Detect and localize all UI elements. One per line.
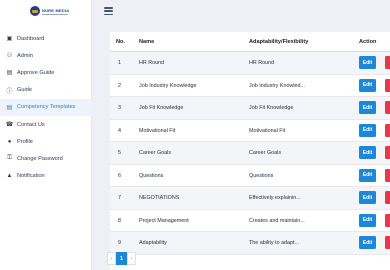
page-1-button[interactable]: 1 xyxy=(116,252,127,265)
clipboard-icon: ▤ xyxy=(6,70,13,77)
cell-no: 6 xyxy=(118,172,121,179)
table-row: 4 Motivational Fit Motivational Fit Edit xyxy=(110,120,390,142)
brand-logo[interactable]: NURE MEDIA xyxy=(30,6,70,22)
cell-no: 5 xyxy=(118,150,121,156)
logo-icon xyxy=(30,6,40,16)
delete-button[interactable] xyxy=(385,78,390,92)
edit-button[interactable]: Edit xyxy=(359,146,376,159)
col-header-no: No. xyxy=(116,39,126,45)
cell-name: Project Management xyxy=(139,217,189,224)
cell-name: Adaptability xyxy=(139,240,167,246)
user-group-icon: ⚇ xyxy=(6,53,13,60)
edit-button[interactable]: Edit xyxy=(359,101,376,114)
sidebar-nav: ▣ Dashboard ⚇ Admin ▤ Approve Guide ⓘ Guide ▤ Com… xyxy=(0,30,92,185)
sidebar-item-label: Admin xyxy=(17,52,33,59)
cell-adaptability: Job Fit Knowledge xyxy=(249,105,294,111)
delete-button[interactable] xyxy=(385,56,390,69)
sidebar-item-profile[interactable]: ● Profile xyxy=(0,133,92,150)
cell-no: 1 xyxy=(118,60,121,66)
cell-name: Career Goals xyxy=(139,150,172,156)
sidebar-item-contact-us[interactable]: ☎ Contact Us xyxy=(0,116,92,133)
sidebar-item-guide[interactable]: ⓘ Guide xyxy=(0,82,92,99)
dashboard-icon: ▣ xyxy=(6,36,13,43)
next-page-button[interactable]: › xyxy=(127,252,136,265)
info-icon: ⓘ xyxy=(6,88,13,95)
cell-adaptability: Questions xyxy=(249,172,274,179)
key-icon: ⚿ xyxy=(7,155,12,162)
cell-no: 3 xyxy=(118,105,121,111)
table-row: 8 Project Management Creates and maintain.… xyxy=(110,210,390,232)
table-row: 7 NEGOTIATIONS Effectively explainin... Edi… xyxy=(110,187,390,210)
sidebar-item-dashboard[interactable]: ▣ Dashboard xyxy=(0,30,92,47)
cell-adaptability: Career Goals xyxy=(249,150,282,156)
sidebar-item-approve-guide[interactable]: ▤ Approve Guide xyxy=(0,64,92,81)
sidebar-item-label: Notification xyxy=(17,173,45,180)
cell-adaptability: Job Industry Knowled... xyxy=(249,82,306,89)
edit-button[interactable]: Edit xyxy=(359,236,376,249)
document-icon: ▤ xyxy=(6,104,13,111)
edit-button[interactable]: Edit xyxy=(359,213,376,227)
sidebar-item-label: Approve Guide xyxy=(17,69,55,76)
person-icon: ● xyxy=(7,138,12,145)
cell-name: Motivational Fit xyxy=(139,127,176,134)
edit-button[interactable]: Edit xyxy=(359,191,376,204)
hamburger-menu-icon[interactable] xyxy=(104,7,113,16)
table-row: 5 Career Goals Career Goals Edit xyxy=(110,142,390,165)
sidebar-item-label: Contact Us xyxy=(17,121,45,128)
delete-button[interactable] xyxy=(385,236,390,249)
cell-no: 9 xyxy=(118,240,121,246)
sidebar-item-label: Competency Templates xyxy=(17,104,76,111)
cell-no: 8 xyxy=(118,217,121,224)
table-row: 6 Questions Questions Edit xyxy=(110,165,390,187)
bell-icon: ▲ xyxy=(6,173,13,180)
sidebar-item-label: Profile xyxy=(17,138,33,145)
edit-button[interactable]: Edit xyxy=(359,123,376,137)
delete-button[interactable] xyxy=(385,146,390,159)
phone-icon: ☎ xyxy=(5,122,14,129)
delete-button[interactable] xyxy=(385,101,390,114)
edit-button[interactable]: Edit xyxy=(359,78,376,92)
sidebar-item-label: Dashboard xyxy=(17,35,45,42)
cell-name: NEGOTIATIONS xyxy=(139,195,180,201)
sidebar-item-admin[interactable]: ⚇ Admin xyxy=(0,47,92,64)
sidebar-item-change-password[interactable]: ⚿ Change Password xyxy=(0,150,92,167)
table-row: 3 Job Fit Knowledge Job Fit Knowledge Edit xyxy=(110,97,390,120)
cell-adaptability: Effectively explainin... xyxy=(249,195,301,201)
delete-button[interactable] xyxy=(385,168,390,182)
delete-button[interactable] xyxy=(385,213,390,227)
cell-no: 2 xyxy=(118,82,121,89)
col-header-adaptability: Adaptability/Flexibility xyxy=(249,39,309,45)
table-row: 2 Job Industry Knowledge Job Industry Know… xyxy=(110,75,390,97)
col-header-action: Action xyxy=(359,39,377,45)
cell-no: 4 xyxy=(118,127,121,134)
edit-button[interactable]: Edit xyxy=(359,168,376,182)
sidebar-item-competency-templates[interactable]: ▤ Competency Templates xyxy=(0,98,92,116)
col-header-name: Name xyxy=(139,39,155,45)
cell-no: 7 xyxy=(118,195,121,201)
logo-text: NURE MEDIA xyxy=(42,8,70,13)
templates-table: No. Name Adaptability/Flexibility Action… xyxy=(110,32,390,270)
cell-adaptability: HR Round xyxy=(249,60,275,66)
sidebar-item-label: Guide xyxy=(17,87,32,94)
cell-adaptability: Creates and maintain... xyxy=(249,217,305,224)
prev-page-button[interactable]: ‹ xyxy=(107,252,116,265)
cell-name: Job Industry Knowledge xyxy=(139,82,197,89)
edit-button[interactable]: Edit xyxy=(359,56,376,69)
table-header: No. Name Adaptability/Flexibility Action xyxy=(110,32,390,52)
table-row: 1 HR Round HR Round Edit xyxy=(110,52,390,75)
cell-adaptability: Motivational Fit xyxy=(249,127,286,134)
cell-name: HR Round xyxy=(139,60,165,66)
table-row: 9 Adaptability The ability to adapt... Edit xyxy=(110,232,390,255)
sidebar-item-label: Change Password xyxy=(17,155,63,162)
cell-name: Job Fit Knowledge xyxy=(139,105,184,111)
cell-name: Questions xyxy=(139,172,164,179)
sidebar: NURE MEDIA ▣ Dashboard ⚇ Admin ▤ Approve Guid… xyxy=(0,0,92,270)
sidebar-item-notification[interactable]: ▲ Notification xyxy=(0,168,92,185)
topbar xyxy=(92,0,390,26)
delete-button[interactable] xyxy=(385,191,390,204)
delete-button[interactable] xyxy=(385,123,390,137)
pagination: ‹ 1 › xyxy=(107,252,136,265)
cell-adaptability: The ability to adapt... xyxy=(249,240,300,246)
